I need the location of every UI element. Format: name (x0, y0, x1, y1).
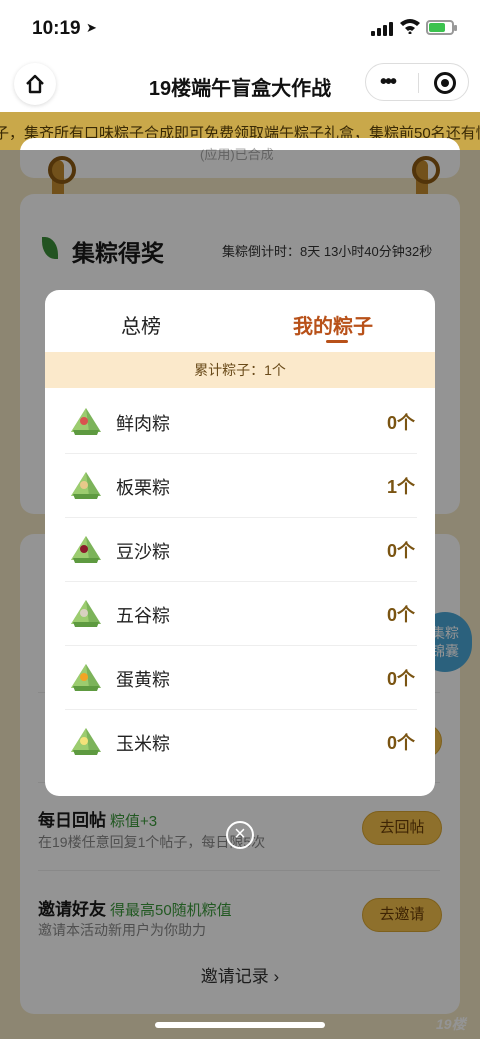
zongzi-name: 豆沙粽 (116, 542, 170, 562)
zongzi-count: 0个 (386, 669, 415, 689)
zongzi-count: 1个 (386, 477, 415, 497)
zongzi-count: 0个 (386, 413, 415, 433)
zongzi-icon (71, 664, 101, 691)
more-icon[interactable]: ••• (380, 72, 397, 92)
tab-my-zongzi[interactable]: 我的粽子 (293, 310, 373, 339)
cellular-signal-icon (371, 22, 393, 36)
status-time: 10:19 (32, 18, 81, 39)
zongzi-count: 0个 (386, 733, 415, 753)
zongzi-icon (71, 408, 101, 435)
nav-bar: 19楼端午盲盒大作战 ••• (0, 56, 480, 112)
zongzi-icon (71, 536, 101, 563)
zongzi-list-item: 豆沙粽 0个 (65, 518, 417, 582)
zongzi-icon (71, 472, 101, 499)
zongzi-name: 板栗粽 (116, 478, 170, 498)
wifi-icon (399, 18, 421, 39)
total-count-summary: 累计粽子：1个 (45, 352, 435, 388)
zongzi-count: 0个 (386, 605, 415, 625)
zongzi-icon (71, 600, 101, 627)
active-tab-indicator (326, 340, 348, 343)
zongzi-list-item: 蛋黄粽 0个 (65, 646, 417, 710)
mini-program-capsule: ••• (365, 63, 469, 101)
tab-total[interactable]: 总榜 (121, 310, 161, 339)
zongzi-name: 五谷粽 (116, 606, 170, 626)
my-zongzi-modal: 总榜 我的粽子 累计粽子：1个 鲜肉粽 0个 板栗粽 1个 豆沙粽 0个 五谷粽 0个 蛋黄粽 0… (45, 290, 435, 796)
home-indicator (155, 1022, 325, 1028)
zongzi-icon (71, 728, 101, 755)
status-bar: 10:19 ➤ (0, 0, 480, 56)
zongzi-count: 0个 (386, 541, 415, 561)
zongzi-list-item: 玉米粽 0个 (65, 710, 417, 774)
zongzi-name: 鲜肉粽 (116, 414, 170, 434)
zongzi-list-item: 板栗粽 1个 (65, 454, 417, 518)
close-miniapp-icon[interactable] (434, 72, 456, 94)
zongzi-name: 蛋黄粽 (116, 670, 170, 690)
battery-icon (426, 20, 457, 35)
zongzi-name: 玉米粽 (116, 734, 170, 754)
location-arrow-icon: ➤ (86, 20, 97, 35)
close-icon[interactable]: × (226, 821, 254, 849)
zongzi-list-item: 鲜肉粽 0个 (65, 390, 417, 454)
zongzi-list-item: 五谷粽 0个 (65, 582, 417, 646)
